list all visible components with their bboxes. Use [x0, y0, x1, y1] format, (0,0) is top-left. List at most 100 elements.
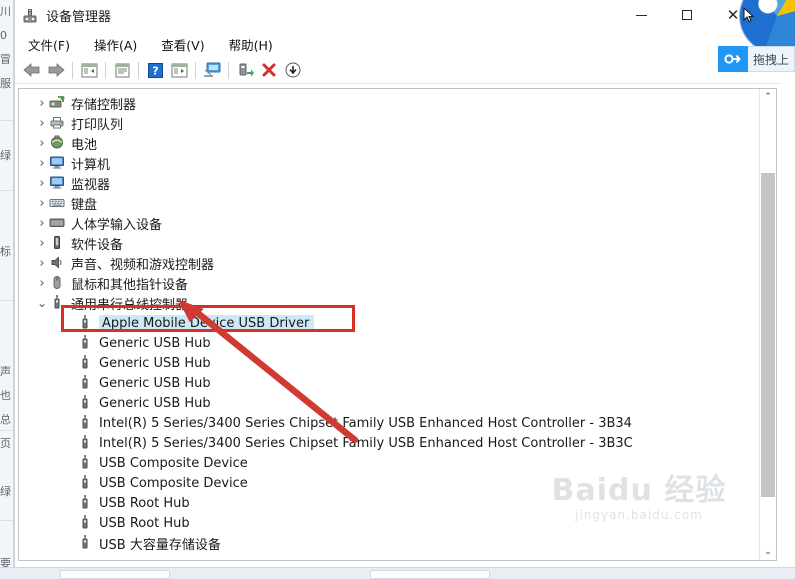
- tree-item[interactable]: › 人体学输入设备: [19, 213, 759, 234]
- scroll-down-button[interactable]: ⌄: [760, 544, 776, 560]
- tree-item-label: USB 大容量存储设备: [99, 538, 221, 553]
- tree-item[interactable]: Generic USB Hub: [19, 393, 759, 413]
- usb-device-icon: [77, 394, 95, 411]
- background-taskbar: [0, 567, 795, 579]
- usb-device-icon: [77, 534, 95, 551]
- tree-item-label: 存储控制器: [71, 98, 137, 113]
- background-divider: [0, 300, 13, 301]
- tree-item[interactable]: USB Composite Device: [19, 453, 759, 473]
- storage-controller-icon: [49, 95, 67, 111]
- forward-icon[interactable]: [44, 59, 68, 81]
- chevron-right-icon: ›: [39, 135, 45, 151]
- tree-item-label: USB Composite Device: [99, 476, 248, 491]
- update-driver-icon[interactable]: [233, 59, 257, 81]
- link-chain-icon: [717, 46, 748, 72]
- tree-item[interactable]: › 监视器: [19, 173, 759, 194]
- scroll-up-button[interactable]: ⌃: [760, 89, 776, 105]
- usb-device-icon: [77, 314, 95, 331]
- menu-view[interactable]: 查看(V): [158, 33, 207, 56]
- properties-icon[interactable]: [110, 59, 134, 81]
- tree-item[interactable]: Intel(R) 5 Series/3400 Series Chipset Fa…: [19, 433, 759, 453]
- device-tree-panel: › 存储控制器 › 打印队列 › 电池 › 计算机 › 监视器 › 键盘 › 人体学输入设备 › 软件设备 › 声…: [18, 88, 777, 561]
- taskbar-item: [60, 570, 170, 579]
- background-text: 标: [0, 246, 11, 258]
- background-text: 页: [0, 438, 11, 450]
- tree-item-label: USB Root Hub: [99, 516, 190, 531]
- chevron-right-icon: ›: [39, 195, 45, 211]
- minimize-button[interactable]: [618, 0, 664, 30]
- chevron-right-icon: ›: [39, 235, 45, 251]
- tree-item[interactable]: USB 大容量存储设备: [19, 533, 759, 553]
- menu-file[interactable]: 文件(F): [25, 33, 73, 56]
- tree-item-label: 通用串行总线控制器: [71, 298, 189, 313]
- tree-item-label: Intel(R) 5 Series/3400 Series Chipset Fa…: [99, 416, 632, 431]
- background-text: 0: [0, 30, 7, 42]
- close-icon: ✕: [726, 5, 740, 24]
- tree-item-label: Generic USB Hub: [99, 336, 211, 351]
- tree-item[interactable]: › 计算机: [19, 153, 759, 174]
- chevron-right-icon: ›: [39, 175, 45, 191]
- tree-item[interactable]: Generic USB Hub: [19, 353, 759, 373]
- tree-item-label: Generic USB Hub: [99, 356, 211, 371]
- disable-device-icon[interactable]: [281, 59, 305, 81]
- tree-item[interactable]: Intel(R) 5 Series/3400 Series Chipset Fa…: [19, 413, 759, 433]
- chevron-right-icon: ›: [39, 215, 45, 231]
- drag-tip-badge[interactable]: 拖拽上: [717, 46, 795, 72]
- tree-item[interactable]: › 打印队列: [19, 113, 759, 134]
- print-queue-icon: [49, 115, 67, 131]
- tree-item-label: Intel(R) 5 Series/3400 Series Chipset Fa…: [99, 436, 633, 451]
- background-text: 服: [0, 78, 11, 90]
- battery-icon: [49, 135, 67, 151]
- menu-help[interactable]: 帮助(H): [226, 33, 276, 56]
- tree-item[interactable]: USB Root Hub: [19, 513, 759, 533]
- menu-action[interactable]: 操作(A): [91, 33, 140, 56]
- show-hide-action-pane-icon[interactable]: [167, 59, 191, 81]
- usb-device-icon: [77, 334, 95, 351]
- background-text: 绿: [0, 486, 11, 498]
- vertical-scrollbar[interactable]: ⌃ ⌄: [759, 89, 776, 560]
- chevron-down-icon: ⌄: [36, 296, 48, 310]
- software-device-icon: [49, 235, 67, 251]
- toolbar-separator: [195, 61, 196, 79]
- svg-text:?: ?: [152, 64, 158, 77]
- tree-item-label: 计算机: [71, 158, 111, 173]
- show-hide-console-tree-icon[interactable]: [77, 59, 101, 81]
- sound-video-game-icon: [49, 255, 67, 271]
- tree-item-label: 电池: [71, 138, 98, 153]
- device-tree[interactable]: › 存储控制器 › 打印队列 › 电池 › 计算机 › 监视器 › 键盘 › 人体学输入设备 › 软件设备 › 声…: [19, 89, 759, 560]
- toolbar-separator: [138, 61, 139, 79]
- chevron-right-icon: ›: [39, 275, 45, 291]
- tree-item-label: 鼠标和其他指针设备: [71, 278, 189, 293]
- scrollbar-thumb[interactable]: [761, 173, 775, 497]
- mouse-icon: [49, 275, 67, 291]
- hid-icon: [49, 215, 67, 231]
- tree-item-label: USB Composite Device: [99, 456, 248, 471]
- maximize-button[interactable]: [664, 0, 710, 30]
- tree-item[interactable]: › 键盘: [19, 193, 759, 214]
- tree-item-selected[interactable]: Apple Mobile Device USB Driver: [19, 313, 759, 333]
- help-icon[interactable]: ?: [143, 59, 167, 81]
- tree-item[interactable]: › 电池: [19, 133, 759, 153]
- tree-item[interactable]: Generic USB Hub: [19, 373, 759, 393]
- uninstall-device-icon[interactable]: [257, 59, 281, 81]
- tree-item[interactable]: USB Root Hub: [19, 493, 759, 513]
- background-text: 也: [0, 390, 11, 402]
- chevron-right-icon: ›: [39, 115, 45, 131]
- menu-bar: 文件(F) 操作(A) 查看(V) 帮助(H): [15, 31, 780, 57]
- tree-item-label: 打印队列: [71, 118, 124, 133]
- tree-item[interactable]: › 软件设备: [19, 233, 759, 254]
- usb-device-icon: [77, 494, 95, 511]
- tree-item[interactable]: USB Composite Device: [19, 473, 759, 493]
- tree-item-label: Generic USB Hub: [99, 396, 211, 411]
- tree-item[interactable]: › 声音、视频和游戏控制器: [19, 253, 759, 274]
- tree-item[interactable]: ⌄ 通用串行总线控制器: [19, 293, 759, 313]
- tree-item[interactable]: Generic USB Hub: [19, 333, 759, 353]
- tree-item-label: 键盘: [71, 198, 98, 213]
- scan-hardware-changes-icon[interactable]: [200, 59, 224, 81]
- keyboard-icon: [49, 195, 67, 211]
- tree-item[interactable]: › 存储控制器: [19, 93, 759, 114]
- back-icon[interactable]: [20, 59, 44, 81]
- chevron-right-icon: ›: [39, 95, 45, 111]
- computer-icon: [49, 155, 67, 171]
- tree-item[interactable]: › 鼠标和其他指针设备: [19, 273, 759, 294]
